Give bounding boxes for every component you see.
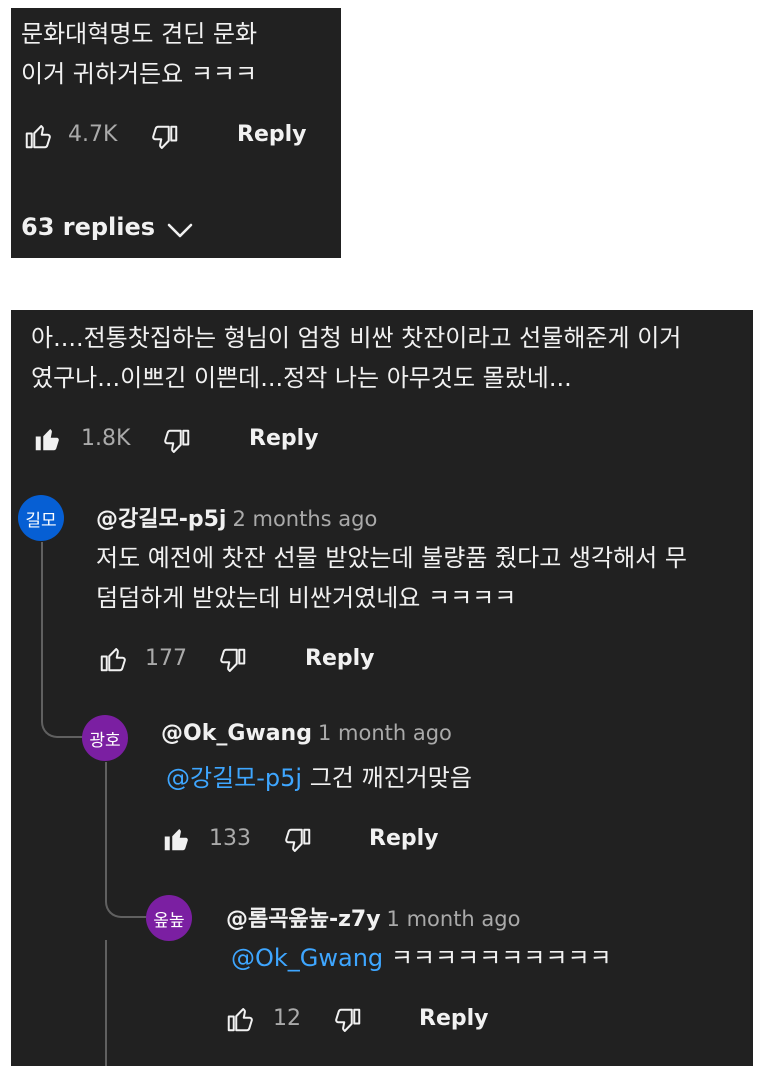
reply-text: @Ok_Gwang ㅋㅋㅋㅋㅋㅋㅋㅋㅋㅋ: [231, 938, 612, 978]
like-count: 1.8K: [81, 426, 131, 451]
like-icon[interactable]: [225, 1004, 255, 1034]
replies-toggle[interactable]: 63 replies: [21, 213, 155, 241]
comment-text-line2: 였구나...이쁘긴 이쁜데...정작 나는 아무것도 몰랐네...: [31, 364, 572, 392]
reply-timestamp[interactable]: 1 month ago: [318, 721, 452, 745]
comment-card-1: 문화대혁명도 견딘 문화 이거 귀하거든요 ㅋㅋㅋ 4.7K Reply 63 …: [11, 8, 341, 258]
reply-author[interactable]: @롬곡옾높-z7y: [226, 907, 381, 932]
dislike-icon[interactable]: [333, 1006, 363, 1036]
reply-timestamp[interactable]: 2 months ago: [232, 507, 377, 531]
dislike-icon[interactable]: [218, 646, 248, 676]
dislike-icon[interactable]: [150, 123, 180, 153]
like-count: 177: [145, 646, 187, 671]
reply-author-row: @강길모-p5j 2 months ago: [96, 501, 377, 533]
comment-text-line1: 문화대혁명도 견딘 문화: [21, 20, 258, 48]
avatar[interactable]: 광호: [82, 715, 128, 761]
avatar[interactable]: 길모: [18, 495, 64, 541]
reply-button[interactable]: Reply: [305, 646, 375, 671]
avatar-initials: 옾높: [153, 910, 185, 931]
avatar-initials: 길모: [25, 510, 57, 531]
dislike-icon[interactable]: [283, 826, 313, 856]
reply-author[interactable]: @강길모-p5j: [96, 507, 226, 532]
reply-text-line1: 저도 예전에 찻잔 선물 받았는데 불량품 줬다고 생각해서 무: [96, 544, 687, 572]
reply-button[interactable]: Reply: [249, 426, 319, 451]
reply-text-body: 그건 깨진거맞음: [309, 764, 472, 792]
thread-line: [105, 762, 151, 918]
thread-line: [41, 542, 87, 738]
like-filled-icon[interactable]: [32, 424, 62, 454]
reply-author-row: @Ok_Gwang 1 month ago: [161, 721, 452, 746]
like-count: 12: [273, 1006, 301, 1031]
reply-button[interactable]: Reply: [237, 122, 307, 147]
reply-button[interactable]: Reply: [419, 1006, 489, 1031]
like-icon[interactable]: [23, 121, 53, 151]
comment-text-line1: 아....전통찻집하는 형님이 엄청 비싼 찻잔이라고 선물해준게 이거: [31, 324, 682, 352]
like-icon[interactable]: [98, 644, 128, 674]
chevron-down-icon[interactable]: [165, 218, 195, 242]
reply-author-row: @롬곡옾높-z7y 1 month ago: [226, 901, 520, 933]
avatar[interactable]: 옾높: [146, 895, 192, 941]
comment-card-2: 아....전통찻집하는 형님이 엄청 비싼 찻잔이라고 선물해준게 이거 였구나…: [11, 310, 753, 1066]
mention-link[interactable]: @강길모-p5j: [166, 764, 302, 792]
reply-text-line2: 덤덤하게 받았는데 비싼거였네요 ㅋㅋㅋㅋ: [96, 584, 517, 612]
like-count: 133: [209, 826, 251, 851]
reply-timestamp[interactable]: 1 month ago: [387, 907, 521, 931]
like-count: 4.7K: [68, 122, 118, 147]
reply-author[interactable]: @Ok_Gwang: [161, 721, 312, 746]
thread-line: [105, 940, 107, 1066]
reply-button[interactable]: Reply: [369, 826, 439, 851]
reply-text-body: ㅋㅋㅋㅋㅋㅋㅋㅋㅋㅋ: [390, 944, 612, 972]
avatar-initials: 광호: [89, 730, 121, 751]
reply-text: @강길모-p5j 그건 깨진거맞음: [166, 758, 472, 798]
mention-link[interactable]: @Ok_Gwang: [231, 944, 383, 972]
comment-text-line2: 이거 귀하거든요 ㅋㅋㅋ: [21, 60, 258, 88]
like-filled-icon[interactable]: [161, 824, 191, 854]
dislike-icon[interactable]: [162, 427, 192, 457]
